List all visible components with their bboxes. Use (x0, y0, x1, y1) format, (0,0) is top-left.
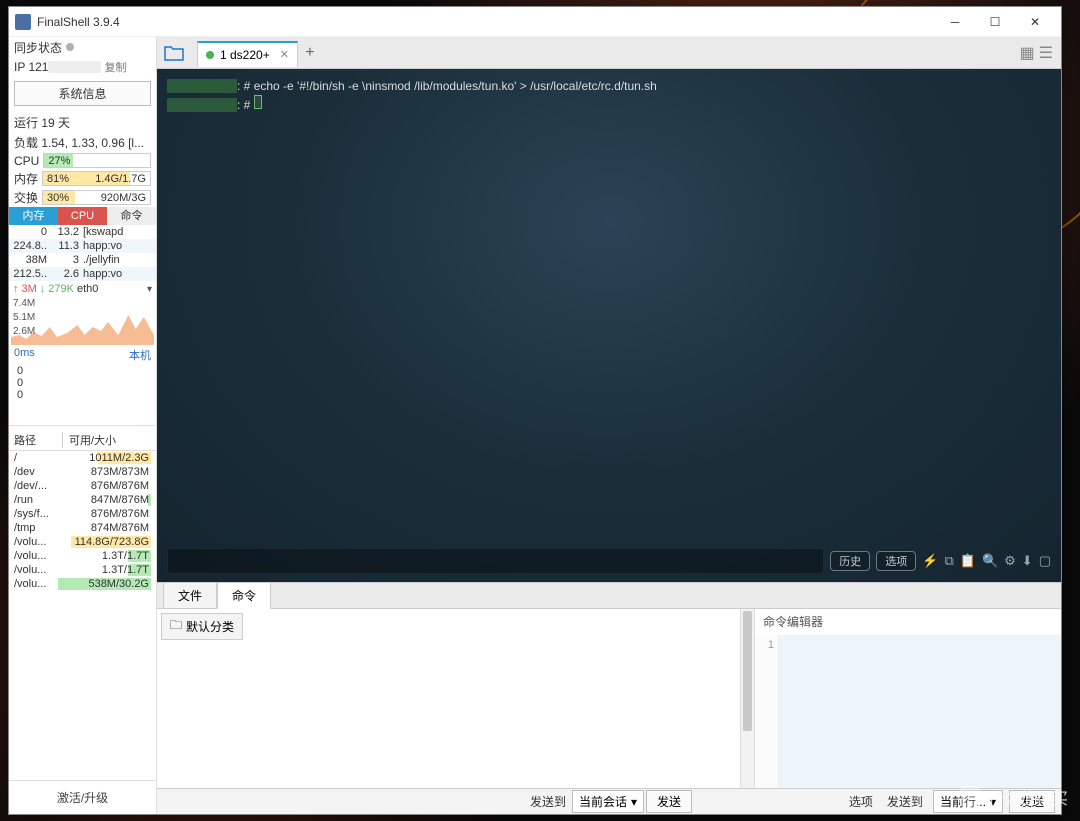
bottom-toolbar: 发送到 当前会话▾ 发送 选项 发送到 当前行...▾ 发送 (157, 788, 1061, 814)
send-button[interactable]: 发送 (646, 790, 692, 813)
tab-cpu[interactable]: CPU (58, 207, 107, 225)
history-button[interactable]: 历史 (830, 551, 870, 571)
download-icon: ↓ (40, 283, 46, 295)
search-icon[interactable]: 🔍 (982, 553, 998, 569)
disk-row: /tmp874M/876M (9, 521, 156, 535)
sync-status: 同步状态 (9, 37, 156, 57)
disk-row: /run847M/876M (9, 493, 156, 507)
disk-header: 路径可用/大小 (9, 430, 156, 451)
app-title: FinalShell 3.9.4 (37, 15, 935, 29)
terminal[interactable]: xxxxxxxxxxx: # echo -e '#!/bin/sh -e \ni… (157, 69, 1061, 582)
disk-row: /volu...114.8G/723.8G (9, 535, 156, 549)
editor-body[interactable] (779, 635, 1061, 788)
paste-icon[interactable]: 📋 (960, 553, 976, 569)
upload-icon: ↑ (13, 283, 19, 295)
swap-metric: 交换 30%920M/3G (9, 188, 156, 207)
copy-ip-button[interactable]: 复制 (105, 59, 127, 75)
load-label: 负载 1.54, 1.33, 0.96 [l... (9, 132, 156, 152)
ip-row: IP 121xxx.xxx 复制 (9, 57, 156, 77)
disk-row: /volu...1.3T/1.7T (9, 549, 156, 563)
app-window: FinalShell 3.9.4 ─ ☐ ✕ 同步状态 IP 121xxx.xx… (8, 6, 1062, 815)
disk-row: /dev/...876M/876M (9, 479, 156, 493)
line-gutter: 1 (755, 635, 779, 788)
activate-button[interactable]: 激活/升级 (9, 780, 156, 814)
command-editor-title: 命令编辑器 (755, 609, 1061, 634)
chevron-down-icon: ▾ (147, 284, 152, 295)
cpu-metric: CPU 27% (9, 152, 156, 169)
gear-icon[interactable]: ⚙ (1004, 553, 1016, 569)
download-icon[interactable]: ⬇ (1022, 553, 1033, 569)
tab-file[interactable]: 文件 (163, 582, 217, 609)
list-view-icon[interactable]: ☰ (1039, 43, 1053, 63)
close-tab-button[interactable]: ✕ (280, 48, 289, 61)
session-select[interactable]: 当前会话▾ (572, 790, 644, 813)
watermark: 什么值得买 (958, 785, 1068, 809)
minimize-button[interactable]: ─ (935, 8, 975, 36)
terminal-input[interactable] (167, 548, 824, 574)
command-editor-panel: 命令编辑器 1 (755, 609, 1061, 788)
bottom-tabs: 文件 命令 (157, 582, 1061, 608)
chevron-down-icon: ▾ (631, 795, 637, 809)
add-tab-button[interactable]: + (298, 44, 322, 62)
cursor (254, 95, 262, 109)
system-info-button[interactable]: 系统信息 (14, 81, 151, 106)
uptime-label: 运行 19 天 (9, 112, 156, 132)
bolt-icon[interactable]: ⚡ (922, 553, 938, 569)
session-tab[interactable]: 1 ds220+ ✕ (197, 41, 298, 67)
options-button[interactable]: 选项 (876, 551, 916, 571)
copy-icon[interactable]: ⧉ (944, 553, 953, 569)
default-category[interactable]: 🗀 默认分类 (161, 613, 243, 640)
titlebar: FinalShell 3.9.4 ─ ☐ ✕ (9, 7, 1061, 37)
process-row: 38M3./jellyfin (9, 253, 156, 267)
tab-memory[interactable]: 内存 (9, 207, 58, 225)
fullscreen-icon[interactable]: ▢ (1039, 553, 1051, 569)
sidebar: 同步状态 IP 121xxx.xxx 复制 系统信息 运行 19 天 负载 1.… (9, 37, 157, 814)
tab-bar: 1 ds220+ ✕ + ▦ ☰ (157, 37, 1061, 69)
process-row: 212.5..2.6happ:vo (9, 267, 156, 281)
process-row: 013.2[kswapd (9, 225, 156, 239)
options-button[interactable]: 选项 (845, 793, 877, 810)
bottom-panel: 🗀 默认分类 命令编辑器 1 (157, 608, 1061, 788)
latency-row: 0ms本机 (9, 345, 156, 365)
memory-metric: 内存 81%1.4G/1.7G (9, 169, 156, 188)
grid-view-icon[interactable]: ▦ (1020, 43, 1035, 63)
network-row[interactable]: ↑3M ↓279K eth0 ▾ (9, 281, 156, 297)
process-tabs[interactable]: 内存 CPU 命令 (9, 207, 156, 225)
folder-icon[interactable] (163, 43, 187, 63)
process-row: 224.8..11.3happ:vo (9, 239, 156, 253)
disk-row: /sys/f...876M/876M (9, 507, 156, 521)
tab-command[interactable]: 命令 (107, 207, 156, 225)
latency-chart (11, 401, 154, 421)
category-panel: 🗀 默认分类 (157, 609, 755, 788)
folder-icon: 🗀 (170, 616, 182, 637)
maximize-button[interactable]: ☐ (975, 8, 1015, 36)
sync-dot-icon (66, 43, 74, 51)
close-button[interactable]: ✕ (1015, 8, 1055, 36)
scrollbar[interactable] (740, 609, 754, 788)
disk-row: /1011M/2.3G (9, 451, 156, 465)
disk-row: /dev873M/873M (9, 465, 156, 479)
status-dot-icon (206, 51, 214, 59)
disk-row: /volu...538M/30.2G (9, 577, 156, 591)
disk-row: /volu...1.3T/1.7T (9, 563, 156, 577)
network-chart: 7.4M5.1M2.6M (11, 297, 154, 345)
tab-command[interactable]: 命令 (217, 582, 271, 609)
app-icon (15, 14, 31, 30)
